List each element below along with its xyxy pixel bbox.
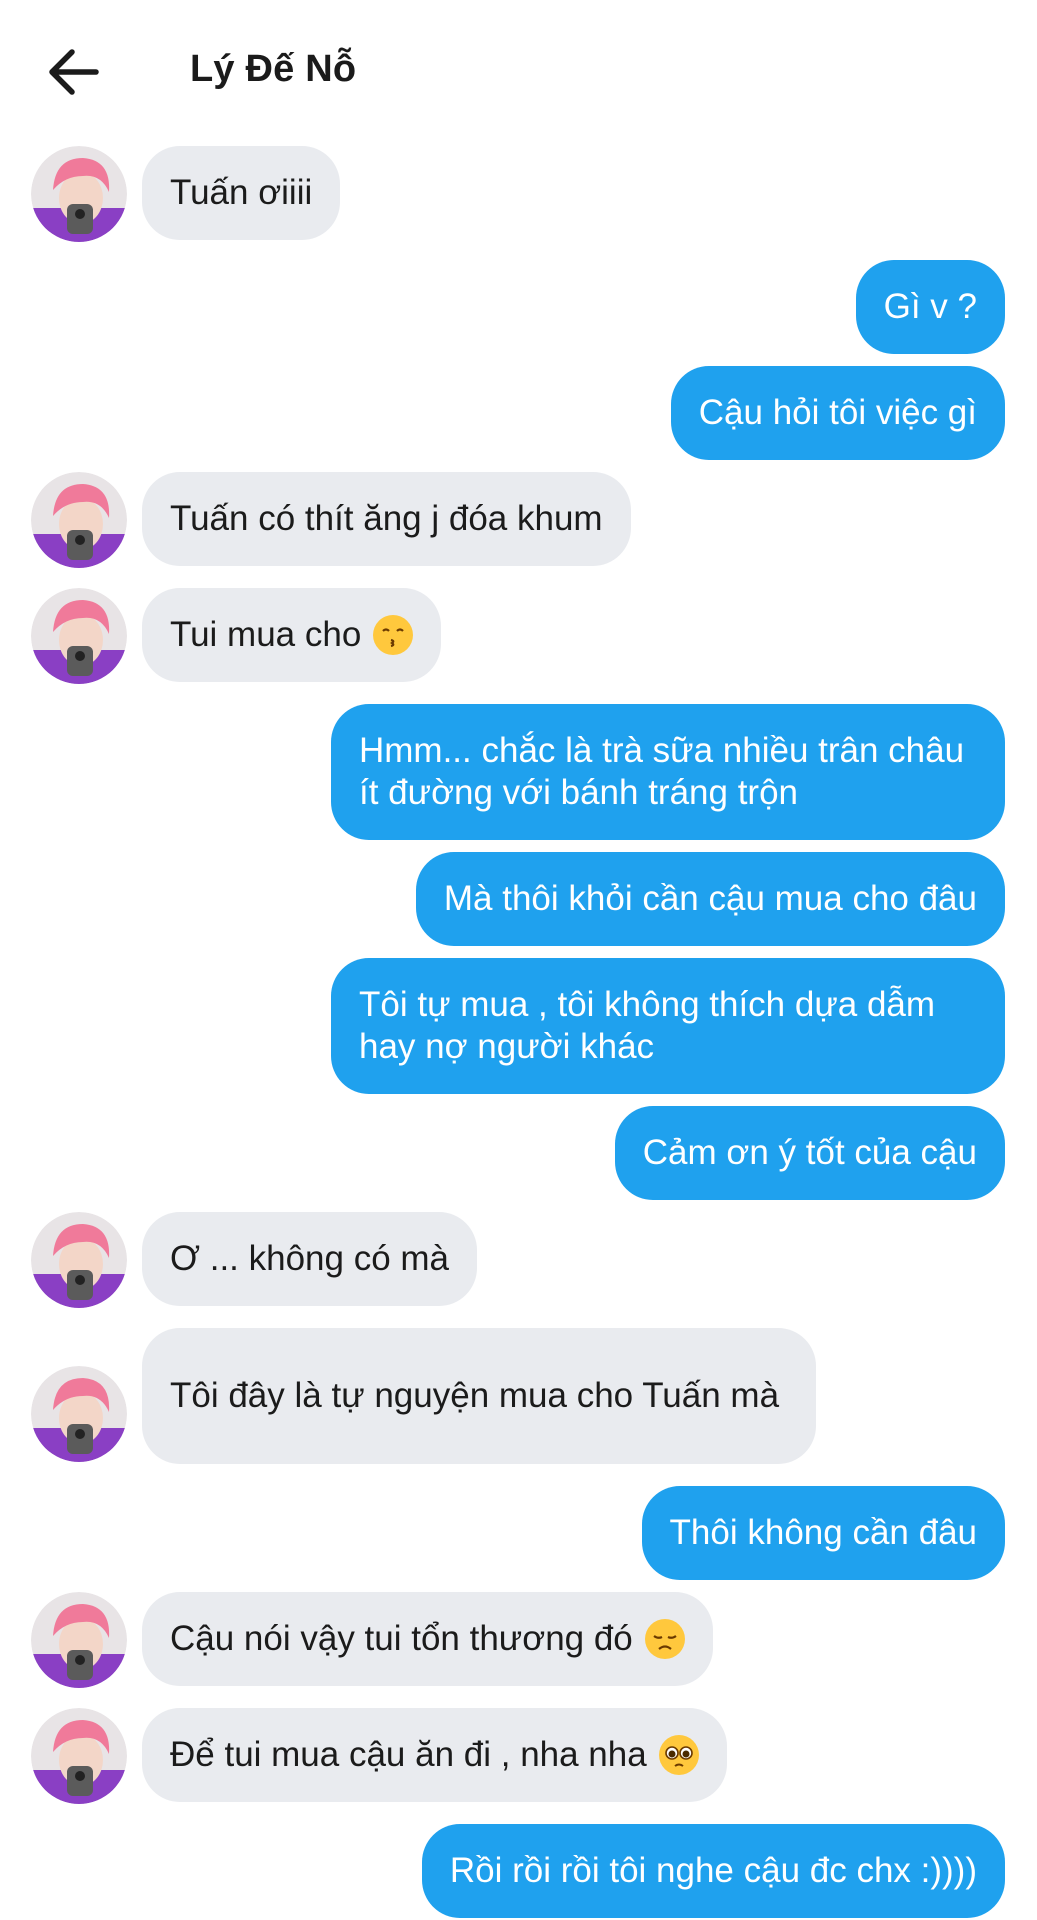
message-outgoing[interactable]: Cảm ơn ý tốt của cậu xyxy=(614,1106,1005,1200)
contact-avatar[interactable] xyxy=(31,1212,127,1308)
message-text: Tôi tự mua , tôi không thích dựa dẫm hay… xyxy=(359,985,936,1066)
message-text: Cảm ơn ý tốt của cậu xyxy=(642,1133,977,1172)
message-outgoing[interactable]: Rồi rồi rồi tôi nghe cậu đc chx :)))) xyxy=(421,1824,1005,1918)
message-outgoing[interactable]: Tôi tự mua , tôi không thích dựa dẫm hay… xyxy=(331,958,1005,1094)
kissing-face-icon xyxy=(373,615,414,655)
message-incoming[interactable]: Tôi đây là tự nguyện mua cho Tuấn mà xyxy=(142,1328,816,1464)
message-outgoing[interactable]: Thôi không cần đâu xyxy=(641,1486,1005,1580)
message-text: Rồi rồi rồi tôi nghe cậu đc chx :)))) xyxy=(449,1851,977,1890)
message-text: Mà thôi khỏi cần cậu mua cho đâu xyxy=(443,879,977,918)
contact-avatar[interactable] xyxy=(31,1708,127,1804)
message-incoming[interactable]: Cậu nói vậy tui tổn thương đó xyxy=(142,1592,713,1686)
disappointed-face-icon xyxy=(644,1619,685,1659)
back-button[interactable] xyxy=(44,44,104,100)
chat-header: Lý Đế Nỗ xyxy=(0,0,1037,140)
message-text: Tuấn có thít ăng j đóa khum xyxy=(170,499,603,538)
message-text: Thôi không cần đâu xyxy=(669,1513,977,1552)
message-incoming[interactable]: Để tui mua cậu ăn đi , nha nha xyxy=(142,1708,727,1802)
message-text: Để tui mua cậu ăn đi , nha nha xyxy=(170,1735,647,1774)
message-outgoing[interactable]: Gì v ? xyxy=(855,260,1005,354)
message-text: Tuấn ơiiii xyxy=(170,173,313,212)
message-text: Hmm... chắc là trà sữa nhiều trân châu í… xyxy=(359,731,965,812)
message-outgoing[interactable]: Mà thôi khỏi cần cậu mua cho đâu xyxy=(415,852,1005,946)
pleading-face-icon xyxy=(658,1735,699,1775)
message-incoming[interactable]: Tuấn ơiiii xyxy=(142,146,341,240)
message-incoming[interactable]: Ơ ... không có mà xyxy=(142,1212,478,1306)
message-text: Gì v ? xyxy=(883,287,977,326)
message-text: Cậu hỏi tôi việc gì xyxy=(698,393,977,432)
contact-avatar[interactable] xyxy=(31,1592,127,1688)
contact-avatar[interactable] xyxy=(31,1366,127,1462)
message-outgoing[interactable]: Cậu hỏi tôi việc gì xyxy=(670,366,1005,460)
contact-avatar[interactable] xyxy=(31,472,127,568)
contact-avatar[interactable] xyxy=(31,146,127,242)
message-incoming[interactable]: Tui mua cho xyxy=(142,588,442,682)
message-outgoing[interactable]: Hmm... chắc là trà sữa nhiều trân châu í… xyxy=(331,704,1005,840)
contact-name: Lý Đế Nỗ xyxy=(190,48,357,90)
message-text: Ơ ... không có mà xyxy=(170,1239,450,1278)
message-incoming[interactable]: Tuấn có thít ăng j đóa khum xyxy=(142,472,631,566)
arrow-left-icon xyxy=(49,49,99,95)
message-text: Tui mua cho xyxy=(170,615,362,654)
contact-avatar[interactable] xyxy=(31,588,127,684)
message-text: Tôi đây là tự nguyện mua cho Tuấn mà xyxy=(170,1376,780,1415)
message-text: Cậu nói vậy tui tổn thương đó xyxy=(170,1619,633,1658)
